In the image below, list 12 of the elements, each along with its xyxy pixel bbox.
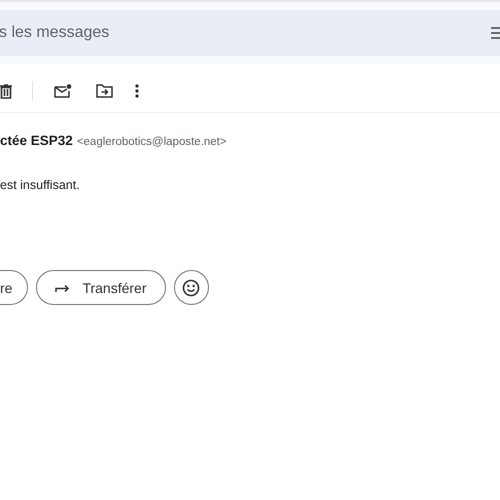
- emoji-button[interactable]: [174, 270, 209, 305]
- forward-arrow-icon: [55, 282, 70, 293]
- forward-button[interactable]: Transférer: [36, 270, 166, 305]
- sender-email: <eaglerobotics@laposte.net>: [76, 136, 227, 148]
- smiley-icon: [182, 278, 200, 296]
- mail-icon[interactable]: [54, 84, 72, 98]
- sender-name: ctée ESP32: [0, 133, 73, 148]
- trash-icon[interactable]: [0, 84, 12, 98]
- reply-button[interactable]: re: [0, 270, 28, 305]
- folder-icon[interactable]: [96, 84, 113, 98]
- message-body: est insuffisant.: [0, 178, 81, 192]
- more-icon[interactable]: [135, 84, 139, 98]
